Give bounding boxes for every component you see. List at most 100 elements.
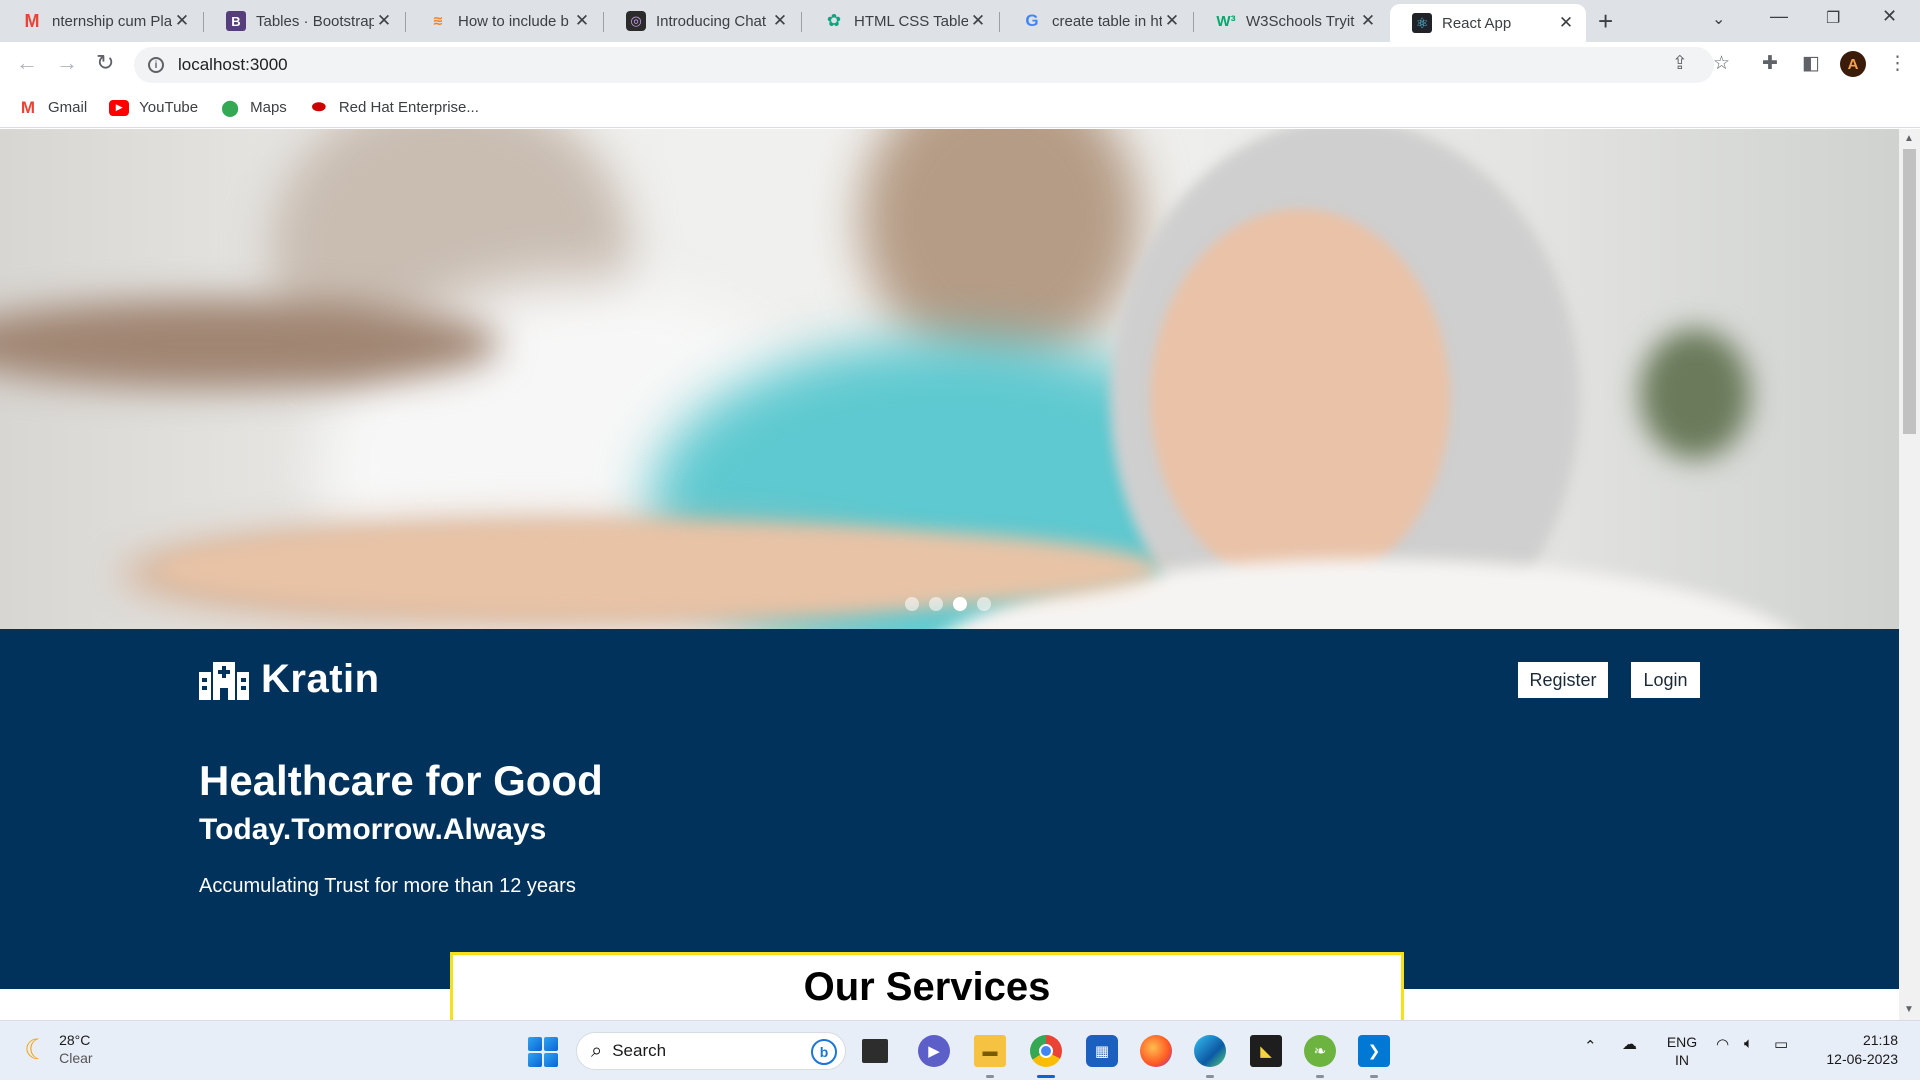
redhat-icon: ⬬ [311, 98, 326, 116]
bookmark-star-icon[interactable]: ☆ [1713, 52, 1730, 75]
system-clock[interactable]: 21:18 12-06-2023 [1818, 1031, 1898, 1069]
close-tab-icon[interactable]: ✕ [374, 11, 394, 31]
spring-tool-suite-icon[interactable]: ❧ [1304, 1035, 1336, 1067]
language-indicator[interactable]: ENG IN [1664, 1033, 1700, 1069]
task-view-icon[interactable] [862, 1039, 888, 1063]
close-tab-icon[interactable]: ✕ [572, 11, 592, 31]
edge-icon[interactable] [1194, 1035, 1226, 1067]
share-icon[interactable]: ⇪ [1672, 52, 1688, 75]
brand[interactable]: Kratin [199, 657, 380, 702]
bookmarks-bar: M Gmail ▶ YouTube ⬤ Maps ⬬ Red Hat Enter… [0, 88, 1920, 128]
login-button[interactable]: Login [1631, 662, 1700, 698]
close-tab-icon[interactable]: ✕ [1162, 11, 1182, 31]
vscode-icon[interactable]: ❯ [1358, 1035, 1390, 1067]
minimize-icon[interactable]: — [1770, 6, 1788, 27]
bookmark-maps[interactable]: ⬤ Maps [220, 99, 287, 117]
weather-widget[interactable]: ☾ 28°C Clear [24, 1031, 93, 1067]
bookmark-redhat[interactable]: ⬬ Red Hat Enterprise... [309, 98, 479, 117]
chrome-icon[interactable] [1030, 1035, 1062, 1067]
bookmark-label: YouTube [139, 99, 199, 116]
tab-stackoverflow[interactable]: ≋ How to include b ✕ [406, 4, 602, 38]
scroll-down-icon[interactable]: ▼ [1904, 1004, 1914, 1015]
chatgpt-icon: ✿ [826, 11, 842, 30]
gmail-icon: M [24, 10, 40, 31]
firefox-icon[interactable] [1140, 1035, 1172, 1067]
carousel-indicators [905, 597, 991, 611]
onedrive-icon[interactable]: ☁ [1622, 1035, 1637, 1053]
new-tab-button[interactable]: + [1598, 8, 1613, 34]
tab-w3schools[interactable]: W³ W3Schools Tryit E ✕ [1194, 4, 1388, 38]
hospital-icon [199, 660, 249, 700]
tab-title: Introducing Chat [656, 12, 767, 30]
sticky-notes-icon[interactable]: ◣ [1250, 1035, 1282, 1067]
address-bar[interactable]: i localhost:3000 [134, 47, 1714, 83]
tab-title: W3Schools Tryit E [1246, 12, 1358, 30]
carousel-dot[interactable] [905, 597, 919, 611]
tab-title: create table in htr [1052, 12, 1162, 30]
running-indicator [1206, 1075, 1214, 1078]
running-indicator [1316, 1075, 1324, 1078]
hero-photo-face [1150, 209, 1450, 589]
reload-icon[interactable]: ↻ [96, 52, 114, 74]
tab-openai[interactable]: ◎ Introducing Chat ✕ [604, 4, 800, 38]
carousel-dot[interactable] [977, 597, 991, 611]
clock-date: 12-06-2023 [1826, 1051, 1898, 1067]
extensions-icon[interactable]: ✚ [1762, 52, 1778, 75]
stackoverflow-icon: ≋ [432, 13, 444, 28]
close-tab-icon[interactable]: ✕ [1556, 13, 1576, 33]
side-panel-icon[interactable]: ◧ [1802, 52, 1820, 75]
tab-chatgpt[interactable]: ✿ HTML CSS Tables ✕ [802, 4, 998, 38]
carousel-dot-active[interactable] [953, 597, 967, 611]
clock-time: 21:18 [1862, 1032, 1898, 1048]
microsoft-store-icon[interactable]: ▦ [1086, 1035, 1118, 1067]
openai-icon: ◎ [626, 11, 646, 31]
close-tab-icon[interactable]: ✕ [968, 11, 988, 31]
bookmark-label: Gmail [48, 99, 88, 116]
tab-search-icon[interactable]: ⌄ [1712, 9, 1725, 29]
close-window-icon[interactable]: ✕ [1882, 6, 1897, 27]
tab-gmail[interactable]: M nternship cum Pla ✕ [0, 4, 202, 38]
tab-react-app[interactable]: ⚛ React App ✕ [1390, 4, 1586, 42]
bookmark-youtube[interactable]: ▶ YouTube [109, 99, 198, 116]
tab-bootstrap[interactable]: B Tables · Bootstrap ✕ [204, 4, 404, 38]
profile-avatar[interactable]: A [1840, 51, 1866, 77]
taskbar-search[interactable]: ⌕ Search b [576, 1032, 846, 1070]
moon-icon: ☾ [24, 1033, 50, 1065]
running-indicator [986, 1075, 994, 1078]
close-tab-icon[interactable]: ✕ [770, 11, 790, 31]
windows-taskbar: ☾ 28°C Clear ⌕ Search b ▶ ▬ ▦ ◣ ❧ ❯ ⌃ ☁ … [0, 1020, 1920, 1080]
carousel-dot[interactable] [929, 597, 943, 611]
bing-icon[interactable]: b [811, 1039, 837, 1065]
hero-photo-plant [1640, 329, 1750, 459]
site-info-icon[interactable]: i [148, 57, 164, 73]
teams-meet-icon[interactable]: ▶ [918, 1035, 950, 1067]
restore-icon[interactable]: ❐ [1826, 8, 1840, 28]
address-url[interactable]: localhost:3000 [178, 55, 288, 75]
wifi-icon[interactable]: ◠ [1716, 1035, 1729, 1053]
close-tab-icon[interactable]: ✕ [1358, 11, 1378, 31]
file-explorer-icon[interactable]: ▬ [974, 1035, 1006, 1067]
tab-title: How to include b [458, 12, 569, 30]
register-button[interactable]: Register [1518, 662, 1608, 698]
scroll-thumb[interactable] [1903, 149, 1916, 434]
back-icon[interactable]: ← [16, 52, 38, 74]
gmail-icon: M [20, 97, 36, 117]
battery-icon[interactable]: ▭ [1774, 1035, 1788, 1053]
scroll-up-icon[interactable]: ▲ [1904, 133, 1914, 144]
maps-icon: ⬤ [221, 99, 240, 117]
bookmark-gmail[interactable]: M Gmail [18, 97, 88, 117]
tab-google[interactable]: G create table in htr ✕ [1000, 4, 1192, 38]
hero-carousel [0, 129, 1899, 629]
menu-icon[interactable]: ⋮ [1888, 52, 1907, 75]
volume-icon[interactable]: 🔈︎ [1744, 1035, 1753, 1052]
forward-icon[interactable]: → [56, 52, 78, 74]
google-icon: G [1025, 11, 1039, 30]
search-icon: ⌕ [591, 1039, 603, 1062]
bookmark-label: Red Hat Enterprise... [338, 99, 479, 116]
active-indicator [1037, 1075, 1055, 1078]
windows-start-icon[interactable] [528, 1037, 558, 1067]
show-hidden-icons[interactable]: ⌃ [1584, 1037, 1597, 1055]
close-tab-icon[interactable]: ✕ [172, 11, 192, 31]
hero-subtext: Accumulating Trust for more than 12 year… [199, 875, 576, 897]
page-scrollbar[interactable]: ▲ ▼ [1899, 129, 1920, 1020]
